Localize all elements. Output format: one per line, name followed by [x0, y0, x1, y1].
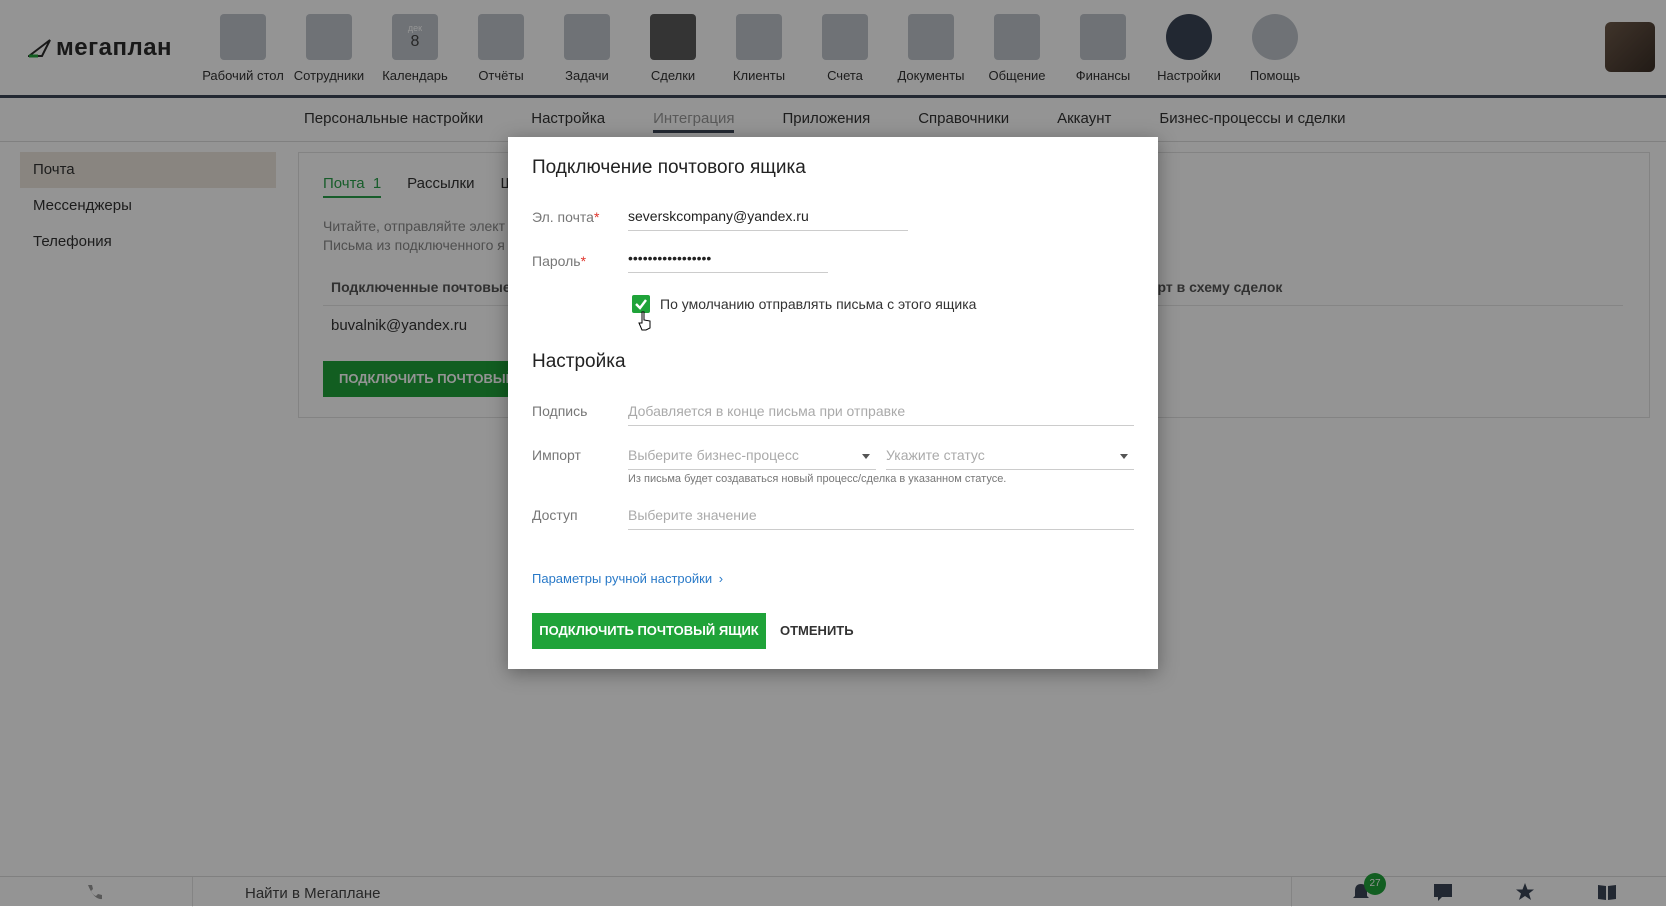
password-label-text: Пароль — [532, 253, 581, 269]
business-process-select[interactable]: Выберите бизнес-процесс — [628, 447, 876, 470]
default-sender-label[interactable]: По умолчанию отправлять письма с этого я… — [660, 296, 976, 312]
required-mark: * — [580, 253, 587, 269]
select-placeholder: Укажите статус — [886, 447, 985, 463]
email-field[interactable]: severskcompany@yandex.ru — [628, 208, 908, 231]
connect-button[interactable]: ПОДКЛЮЧИТЬ ПОЧТОВЫЙ ЯЩИК — [532, 613, 766, 649]
import-hint: Из письма будет создаваться новый процес… — [628, 473, 1007, 485]
dialog-title: Подключение почтового ящика — [532, 157, 806, 178]
password-field[interactable]: ••••••••••••••••• — [628, 250, 828, 273]
status-select[interactable]: Укажите статус — [886, 447, 1134, 470]
signature-label: Подпись — [532, 403, 588, 419]
import-label: Импорт — [532, 447, 581, 463]
access-label: Доступ — [532, 507, 578, 523]
manual-settings-link[interactable]: Параметры ручной настройки › — [532, 571, 723, 586]
email-label: Эл. почта* — [532, 209, 599, 225]
chevron-right-icon: › — [718, 571, 724, 586]
email-label-text: Эл. почта — [532, 209, 594, 225]
required-mark: * — [593, 209, 600, 225]
cancel-button[interactable]: ОТМЕНИТЬ — [780, 613, 854, 649]
password-label: Пароль* — [532, 253, 586, 269]
access-field[interactable]: Выберите значение — [628, 507, 1134, 530]
connect-mailbox-dialog: Подключение почтового ящика Эл. почта* s… — [508, 137, 1158, 669]
hand-cursor-icon — [638, 311, 651, 331]
link-text: Параметры ручной настройки — [532, 571, 713, 586]
select-placeholder: Выберите бизнес-процесс — [628, 447, 799, 463]
settings-section-title: Настройка — [532, 351, 626, 372]
chevron-down-icon — [862, 454, 870, 459]
signature-field[interactable]: Добавляется в конце письма при отправке — [628, 403, 1134, 426]
chevron-down-icon — [1120, 454, 1128, 459]
